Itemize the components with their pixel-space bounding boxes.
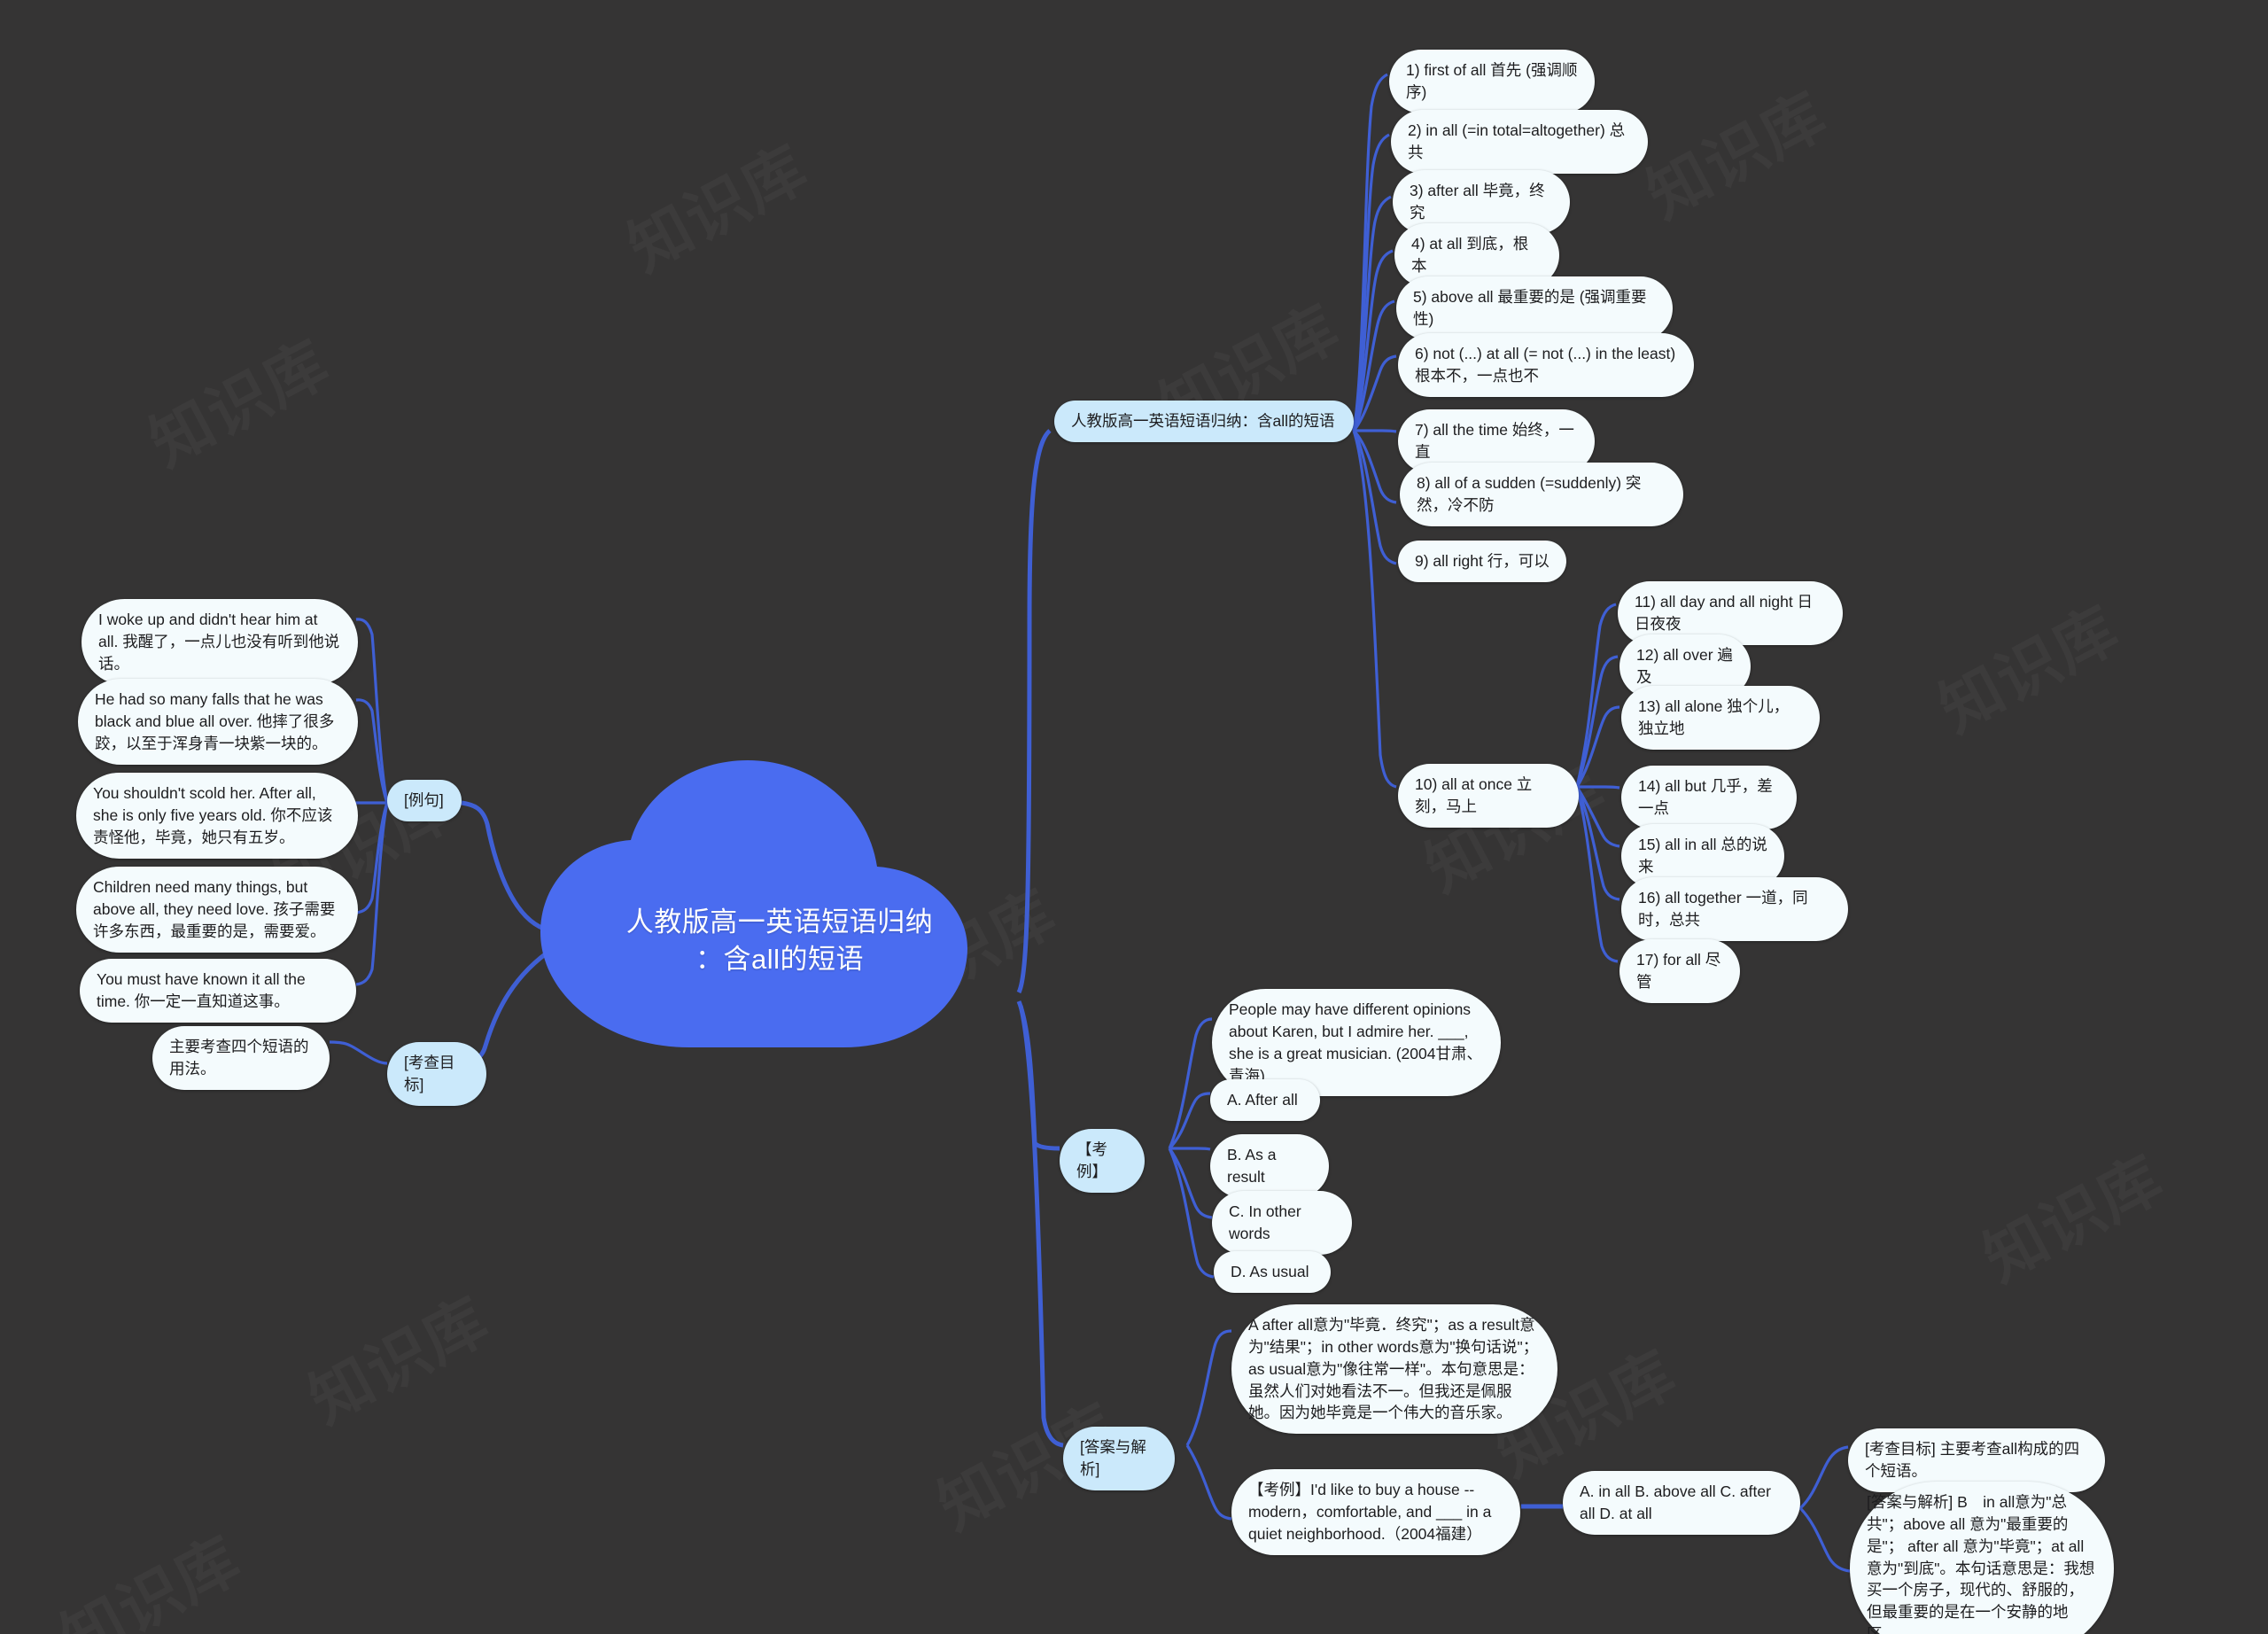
- phrase-item-10[interactable]: 10) all at once 立刻，马上: [1398, 764, 1579, 828]
- phrase-item-6[interactable]: 6) not (...) at all (= not (...) in the …: [1398, 333, 1694, 397]
- watermark-text: 知识库: [1973, 1144, 2175, 1296]
- watermark-text: 知识库: [50, 1525, 252, 1634]
- watermark-text: 知识库: [139, 329, 341, 480]
- branch-answer-label[interactable]: [答案与解析]: [1063, 1427, 1175, 1490]
- phrase-item-1[interactable]: 1) first of all 首先 (强调顺序): [1389, 50, 1595, 113]
- central-topic-label: 人教版高一英语短语归纳 ：含all的短语: [532, 904, 1028, 977]
- phrase-item-13[interactable]: 13) all alone 独个儿，独立地: [1621, 686, 1820, 750]
- watermark-text: 知识库: [617, 134, 819, 285]
- phrase-item-5[interactable]: 5) above all 最重要的是 (强调重要性): [1396, 276, 1673, 340]
- cloud-shape: [540, 760, 967, 1047]
- central-topic-line1: 人教版高一英语短语归纳: [625, 906, 934, 938]
- target-text[interactable]: 主要考查四个短语的用法。: [152, 1026, 330, 1090]
- second-answer-explanation[interactable]: [答案与解析] B in all意为"总共"；above all 意为"最重要的…: [1850, 1482, 2114, 1634]
- branch-phrases-header[interactable]: 人教版高一英语短语归纳：含all的短语: [1054, 401, 1354, 442]
- watermark-text: 知识库: [1636, 81, 1838, 232]
- example-sentence-4[interactable]: Children need many things, but above all…: [76, 867, 358, 953]
- branch-testcase-label[interactable]: 【考例】: [1060, 1129, 1145, 1193]
- branch-example-label[interactable]: [例句]: [387, 780, 462, 821]
- example-sentence-5[interactable]: You must have known it all the time. 你一定…: [80, 959, 356, 1023]
- phrase-item-14[interactable]: 14) all but 几乎，差一点: [1621, 766, 1797, 829]
- phrase-item-17[interactable]: 17) for all 尽管: [1619, 939, 1740, 1003]
- watermark-text: 知识库: [1929, 595, 2131, 746]
- phrase-item-8[interactable]: 8) all of a sudden (=suddenly) 突然，冷不防: [1400, 463, 1683, 526]
- testcase-option-d[interactable]: D. As usual: [1214, 1251, 1331, 1293]
- phrase-item-16[interactable]: 16) all together 一道，同时，总共: [1621, 877, 1848, 941]
- answer-explanation[interactable]: A after all意为"毕竟．终究"；as a result意为"结果"；i…: [1231, 1304, 1557, 1435]
- phrase-item-2[interactable]: 2) in all (=in total=altogether) 总共: [1391, 110, 1648, 174]
- testcase-option-c[interactable]: C. In other words: [1212, 1191, 1352, 1255]
- second-testcase-question[interactable]: 【考例】I'd like to buy a house -- modern，co…: [1231, 1469, 1520, 1555]
- example-sentence-1[interactable]: I woke up and didn't hear him at all. 我醒…: [82, 599, 358, 685]
- second-testcase-options[interactable]: A. in all B. above all C. after all D. a…: [1563, 1471, 1800, 1535]
- watermark-text: 知识库: [299, 1286, 501, 1437]
- testcase-option-a[interactable]: A. After all: [1210, 1079, 1320, 1121]
- testcase-option-b[interactable]: B. As a result: [1210, 1134, 1329, 1198]
- central-topic-cloud[interactable]: 人教版高一英语短语归纳 ：含all的短语: [532, 755, 1028, 1047]
- central-topic-line2: ：含all的短语: [695, 943, 864, 975]
- mindmap-canvas: 知识库 知识库 知识库 知识库 知识库 知识库 知识库 知识库 知识库 知识库 …: [0, 0, 2268, 1634]
- branch-target-label[interactable]: [考查目标]: [387, 1042, 486, 1106]
- example-sentence-3[interactable]: You shouldn't scold her. After all, she …: [76, 773, 358, 859]
- phrase-item-9[interactable]: 9) all right 行，可以: [1398, 541, 1566, 582]
- example-sentence-2[interactable]: He had so many falls that he was black a…: [78, 679, 358, 765]
